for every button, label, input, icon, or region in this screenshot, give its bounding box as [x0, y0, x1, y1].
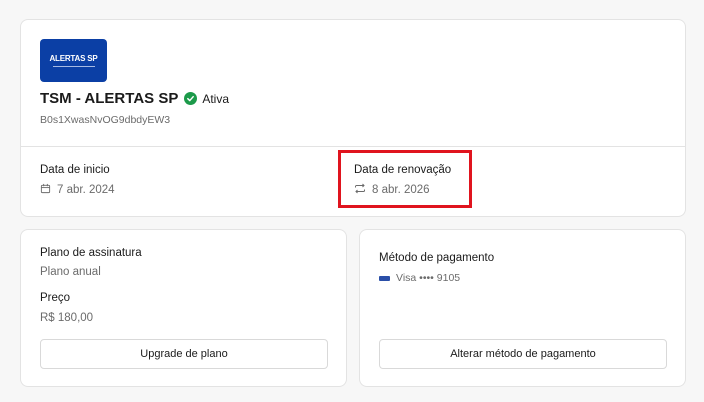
status-badge: Ativa	[202, 91, 230, 106]
plan-label: Plano de assinatura	[40, 247, 142, 259]
start-date-label: Data de inicio	[40, 164, 110, 176]
check-circle-icon	[184, 92, 198, 105]
payment-card-info: Visa •••• 9105	[379, 272, 460, 284]
subscription-title: TSM - ALERTAS SP	[40, 90, 179, 107]
payment-card: Método de pagamento Visa •••• 9105 Alter…	[359, 229, 686, 387]
plan-card: Plano de assinatura Plano anual Preço R$…	[20, 229, 347, 387]
subscription-card: ALERTAS SP TSM - ALERTAS SP Ativa B0s1Xw…	[20, 19, 686, 217]
visa-card-icon	[379, 275, 390, 282]
change-payment-method-button[interactable]: Alterar método de pagamento	[379, 339, 667, 369]
start-date: 7 abr. 2024	[40, 183, 115, 197]
divider	[21, 146, 685, 147]
subscription-id: B0s1XwasNvOG9dbdyEW3	[40, 114, 171, 126]
renewal-highlight-box	[338, 150, 472, 208]
payment-method-label: Método de pagamento	[379, 252, 495, 264]
price-label: Preço	[40, 292, 71, 304]
upgrade-plan-button[interactable]: Upgrade de plano	[40, 339, 328, 369]
plan-value: Plano anual	[40, 266, 101, 278]
subscription-title-row: TSM - ALERTAS SP Ativa	[40, 90, 229, 107]
start-date-value: 7 abr. 2024	[57, 184, 115, 196]
price-value: R$ 180,00	[40, 312, 94, 324]
card-number: Visa •••• 9105	[396, 272, 461, 284]
logo-underline	[52, 66, 95, 67]
calendar-icon	[40, 183, 57, 197]
alertas-sp-logo: ALERTAS SP	[40, 39, 107, 82]
logo-text: ALERTAS SP	[49, 54, 98, 63]
